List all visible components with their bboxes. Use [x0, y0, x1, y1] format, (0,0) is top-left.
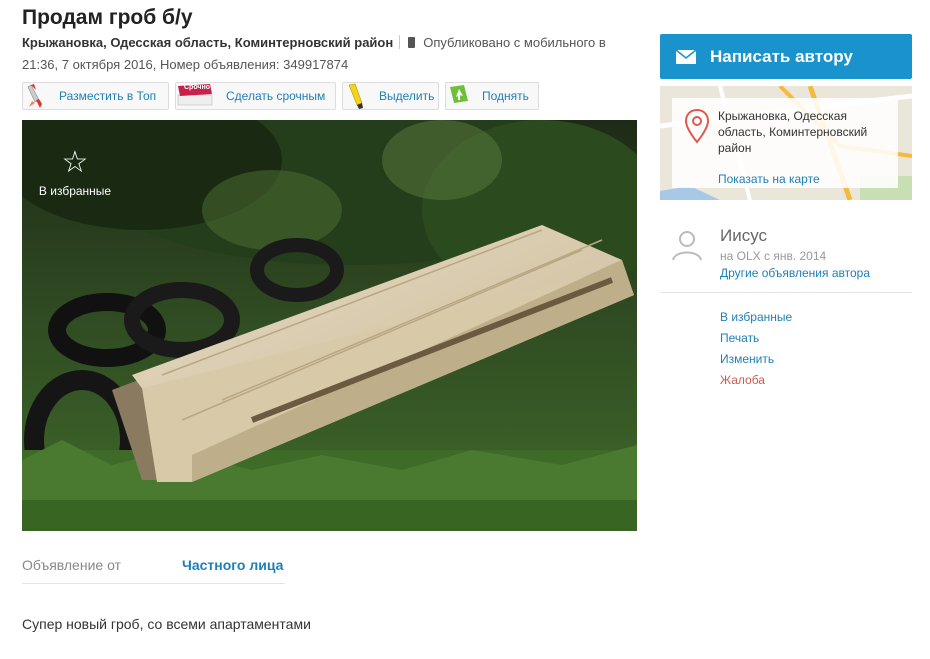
print-link[interactable]: Печать: [720, 328, 792, 349]
ad-description: Супер новый гроб, со всеми апартаментами: [22, 616, 311, 632]
location-map[interactable]: Крыжановка, Одесская область, Коминтерно…: [660, 86, 912, 200]
write-author-button[interactable]: Написать автору: [660, 34, 912, 79]
location-pin-icon: [684, 108, 710, 149]
map-address-card: Крыжановка, Одесская область, Коминтерно…: [672, 98, 898, 188]
user-avatar-icon: [670, 228, 704, 267]
ad-from-key: Объявление от: [22, 557, 121, 573]
ad-meta: Крыжановка, Одесская область, Коминтерно…: [22, 32, 637, 76]
coffin-photo: [22, 120, 637, 531]
highlight-label: Выделить: [379, 89, 435, 103]
make-urgent-button[interactable]: Срочно Сделать срочным: [175, 82, 336, 110]
ad-location[interactable]: Крыжановка, Одесская область, Коминтерно…: [22, 35, 393, 50]
meta-divider: [399, 35, 401, 49]
raise-label: Поднять: [482, 89, 529, 103]
map-address: Крыжановка, Одесская область, Коминтерно…: [718, 109, 868, 155]
edit-link[interactable]: Изменить: [720, 349, 792, 370]
promote-top-label: Разместить в Топ: [59, 89, 157, 103]
highlight-button[interactable]: Выделить: [342, 82, 439, 110]
ad-from-value[interactable]: Частного лица: [182, 557, 283, 573]
write-author-label: Написать автору: [710, 46, 853, 66]
ad-photo[interactable]: ☆ В избранные: [22, 120, 637, 531]
ad-title: Продам гроб б/у: [22, 6, 193, 29]
show-on-map-link[interactable]: Показать на карте: [718, 172, 820, 186]
seller-card: Иисус на OLX с янв. 2014 Другие объявлен…: [660, 220, 912, 293]
photo-favorite-label: В избранные: [38, 184, 112, 198]
report-link[interactable]: Жалоба: [720, 370, 792, 391]
urgent-badge-icon: Срочно: [176, 83, 216, 109]
ad-from-row: Объявление от Частного лица: [22, 551, 285, 584]
seller-since: на OLX с янв. 2014: [720, 249, 827, 263]
seller-other-ads-link[interactable]: Другие объявления автора: [720, 266, 870, 280]
raise-arrow-icon: [446, 83, 472, 109]
add-to-favorites-link[interactable]: В избранные: [720, 307, 792, 328]
photo-favorite-button[interactable]: ☆ В избранные: [37, 146, 113, 199]
promo-toolbar: Разместить в Топ Срочно Сделать срочным …: [22, 82, 539, 110]
raise-button[interactable]: Поднять: [445, 82, 539, 110]
rocket-icon: [23, 83, 49, 109]
envelope-icon: [676, 49, 696, 64]
urgent-badge-text: Срочно: [184, 84, 211, 91]
seller-name: Иисус: [720, 226, 768, 245]
promote-top-button[interactable]: Разместить в Топ: [22, 82, 169, 110]
ad-actions: В избранные Печать Изменить Жалоба: [720, 307, 792, 391]
mobile-icon: [408, 37, 416, 48]
make-urgent-label: Сделать срочным: [226, 89, 326, 103]
marker-icon: [343, 83, 369, 109]
star-icon: ☆: [61, 146, 89, 179]
